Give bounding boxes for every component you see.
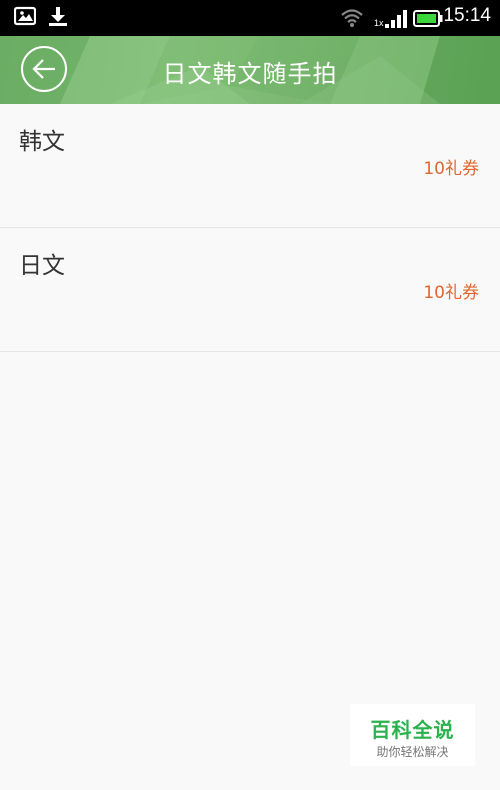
watermark-subtitle: 助你轻松解决	[376, 745, 449, 759]
app-header: 日文韩文随手拍	[0, 36, 500, 104]
download-icon	[47, 6, 69, 32]
category-list: 韩文 10礼券 日文 10礼券	[0, 104, 500, 352]
item-price: 10礼券	[423, 159, 479, 179]
page-title: 日文韩文随手拍	[162, 60, 338, 88]
list-item-japanese[interactable]: 日文 10礼券	[0, 228, 500, 352]
clock: 15:14	[443, 5, 491, 26]
item-title: 日文	[19, 253, 65, 279]
status-bar: 1x 15:14	[0, 0, 500, 36]
watermark-title: 百科全说	[370, 718, 455, 742]
wifi-icon	[340, 8, 364, 32]
watermark-logo: 百科全说 助你轻松解决	[350, 704, 475, 766]
item-price: 10礼券	[423, 283, 479, 303]
signal-icon	[385, 8, 409, 34]
list-item-korean[interactable]: 韩文 10礼券	[0, 104, 500, 228]
image-icon	[13, 6, 37, 30]
network-type-label: 1x	[374, 18, 384, 28]
battery-icon	[413, 10, 443, 31]
item-title: 韩文	[19, 129, 65, 155]
